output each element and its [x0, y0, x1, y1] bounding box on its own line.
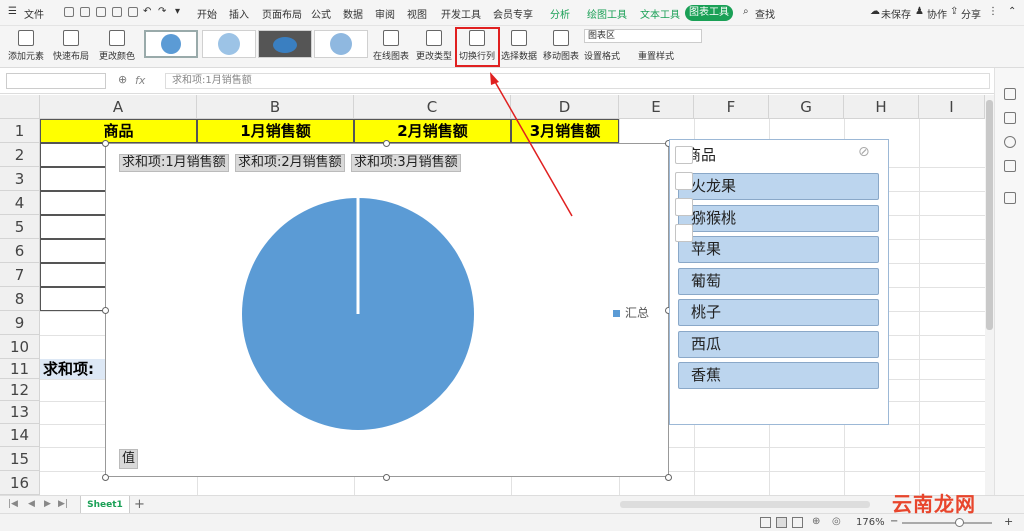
- reading-mode-icon[interactable]: ⊕: [812, 516, 820, 527]
- vertical-scrollbar[interactable]: [985, 95, 994, 495]
- normal-view-icon[interactable]: [760, 517, 771, 528]
- eye-protect-icon[interactable]: ◎: [832, 516, 841, 527]
- share-panel-icon[interactable]: [1004, 192, 1016, 204]
- scroll-thumb[interactable]: [986, 100, 993, 330]
- help-icon[interactable]: [1004, 136, 1016, 148]
- annotation-arrow: [490, 72, 573, 217]
- zoom-in-button[interactable]: +: [1004, 515, 1013, 528]
- horizontal-scrollbar[interactable]: [620, 501, 870, 508]
- right-sidebar: [994, 68, 1024, 508]
- prev-sheet-icon[interactable]: ◀: [28, 499, 35, 509]
- sheet-tab-sheet1[interactable]: Sheet1: [80, 496, 130, 514]
- settings-sliders-icon[interactable]: [1004, 112, 1016, 124]
- watermark: 云南龙网: [892, 492, 976, 516]
- chart-panel-icon[interactable]: [1004, 160, 1016, 172]
- next-sheet-icon[interactable]: ▶: [44, 499, 51, 509]
- page-layout-view-icon[interactable]: [776, 517, 787, 528]
- add-sheet-button[interactable]: +: [134, 497, 145, 512]
- status-bar: ⊕ ◎ 176% − +: [0, 513, 1024, 531]
- first-sheet-icon[interactable]: |◀: [8, 499, 18, 509]
- zoom-slider[interactable]: [902, 522, 992, 524]
- last-sheet-icon[interactable]: ▶|: [58, 499, 68, 509]
- cursor-icon[interactable]: [1004, 88, 1016, 100]
- zoom-level[interactable]: 176%: [856, 517, 885, 528]
- zoom-slider-thumb[interactable]: [955, 518, 964, 527]
- page-break-view-icon[interactable]: [792, 517, 803, 528]
- sheet-tab-bar: |◀ ◀ ▶ ▶| Sheet1 +: [0, 495, 1024, 514]
- zoom-out-button[interactable]: −: [890, 516, 898, 527]
